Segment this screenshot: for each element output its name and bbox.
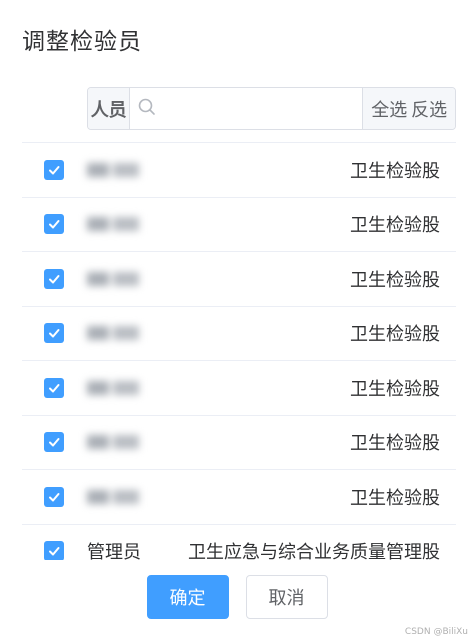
dialog-footer: 确定 取消: [0, 575, 474, 619]
row-checkbox[interactable]: [44, 377, 64, 398]
search-prepend-label: 人员: [88, 88, 131, 129]
checkmark-icon: [49, 165, 60, 175]
redacted-name-mark: [87, 326, 139, 341]
list-item[interactable]: 卫生检验股: [22, 143, 456, 198]
checkmark-icon: [49, 383, 60, 393]
search-field[interactable]: [130, 88, 363, 129]
person-name-redacted: [87, 375, 143, 401]
redacted-name-mark: [87, 489, 139, 504]
person-search-bar: 人员 全选 反选: [87, 87, 456, 130]
redacted-name-mark: [87, 217, 139, 232]
checkmark-icon: [49, 274, 60, 284]
inspector-list: 卫生检验股 卫生检验股 卫生检验股 卫生检验股 卫生检验股 卫生检验股 卫生检验股 管理员 卫生…: [22, 142, 456, 560]
checkmark-icon: [49, 492, 60, 502]
row-checkbox[interactable]: [44, 486, 64, 507]
select-all-button[interactable]: 全选: [371, 96, 407, 122]
department-label: 卫生检验股: [350, 160, 440, 182]
invert-select-button[interactable]: 反选: [411, 96, 447, 122]
department-label: 卫生检验股: [350, 269, 440, 291]
list-item[interactable]: 卫生检验股: [22, 416, 456, 470]
list-item[interactable]: 卫生检验股: [22, 307, 456, 361]
redacted-name-mark: [87, 271, 139, 286]
department-label: 卫生检验股: [350, 215, 440, 237]
department-label: 卫生检验股: [350, 324, 440, 346]
search-input[interactable]: [162, 88, 363, 129]
search-append: 全选 反选: [362, 88, 455, 129]
row-checkbox[interactable]: [44, 432, 64, 453]
watermark: CSDN @BiliXu: [404, 627, 468, 637]
redacted-name-mark: [87, 435, 139, 450]
person-name-redacted: [87, 429, 143, 455]
department-label: 卫生应急与综合业务质量管理股: [188, 542, 440, 560]
search-icon: [138, 98, 156, 120]
row-checkbox[interactable]: [44, 214, 64, 235]
dialog-title: 调整检验员: [22, 29, 142, 55]
row-checkbox[interactable]: [44, 541, 64, 560]
person-name: 管理员: [87, 542, 141, 560]
department-label: 卫生检验股: [350, 378, 440, 400]
person-name-redacted: [87, 266, 143, 292]
redacted-name-mark: [87, 380, 139, 395]
row-checkbox[interactable]: [44, 159, 64, 180]
redacted-name-mark: [87, 162, 139, 177]
person-name-redacted: [87, 211, 143, 237]
person-name-redacted: [87, 157, 143, 183]
checkmark-icon: [49, 438, 60, 447]
list-item[interactable]: 管理员 卫生应急与综合业务质量管理股: [22, 525, 456, 560]
cancel-button[interactable]: 取消: [245, 575, 328, 619]
row-checkbox[interactable]: [44, 323, 64, 344]
checkmark-icon: [49, 547, 60, 556]
person-name-redacted: [87, 484, 143, 510]
checkmark-icon: [49, 220, 60, 229]
person-name-redacted: [87, 320, 143, 346]
department-label: 卫生检验股: [350, 433, 440, 455]
list-item[interactable]: 卫生检验股: [22, 252, 456, 307]
list-item[interactable]: 卫生检验股: [22, 361, 456, 416]
list-item[interactable]: 卫生检验股: [22, 470, 456, 525]
department-label: 卫生检验股: [350, 487, 440, 509]
checkmark-icon: [49, 329, 60, 338]
list-item[interactable]: 卫生检验股: [22, 198, 456, 252]
confirm-button[interactable]: 确定: [146, 575, 229, 619]
row-checkbox[interactable]: [44, 268, 64, 289]
